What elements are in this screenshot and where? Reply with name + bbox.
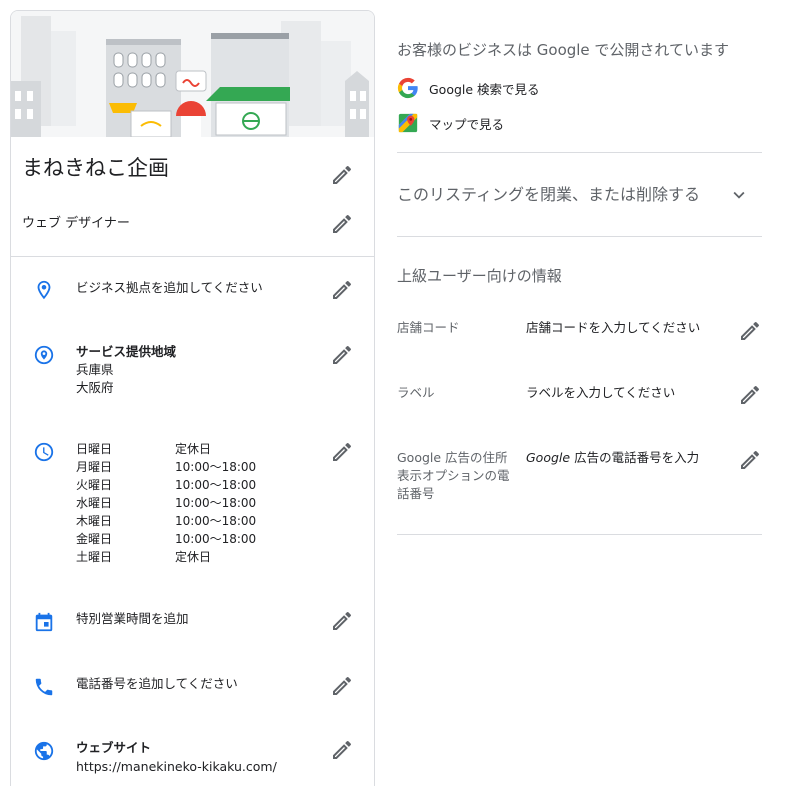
add-phone-link[interactable]: 電話番号を追加してください bbox=[76, 675, 238, 693]
hours-day: 土曜日 bbox=[76, 550, 113, 564]
chevron-down-icon[interactable] bbox=[728, 184, 750, 206]
edit-category-pencil-icon[interactable] bbox=[330, 212, 354, 236]
business-category: ウェブ デザイナー bbox=[22, 216, 130, 231]
ads-phone-brand: Google bbox=[526, 450, 571, 465]
section-divider bbox=[397, 236, 762, 237]
labels-label: ラベル bbox=[397, 385, 435, 400]
labels-input[interactable]: ラベルを入力してください bbox=[526, 384, 675, 402]
calendar-icon bbox=[33, 611, 55, 633]
hours-row: 月曜日 10:00～18:00 bbox=[76, 458, 256, 476]
location-pin-icon bbox=[33, 279, 55, 301]
ads-phone-input[interactable]: Google 広告の電話番号を入力 bbox=[526, 449, 699, 467]
hours-time: 10:00～18:00 bbox=[175, 496, 257, 510]
website-url[interactable]: https://manekineko-kikaku.com/ bbox=[76, 758, 277, 776]
section-divider bbox=[10, 256, 375, 257]
edit-phone-pencil-icon[interactable] bbox=[330, 674, 354, 698]
view-on-maps-link[interactable]: マップで見る bbox=[397, 111, 504, 135]
hours-time: 10:00～18:00 bbox=[175, 478, 257, 492]
edit-special-hours-pencil-icon[interactable] bbox=[330, 609, 354, 633]
globe-icon bbox=[33, 740, 55, 762]
ads-phone-placeholder: 広告の電話番号を入力 bbox=[570, 450, 700, 465]
service-area-label: サービス提供地域 bbox=[76, 344, 177, 359]
hours-row: 火曜日 10:00～18:00 bbox=[76, 476, 256, 494]
view-on-search-link[interactable]: Google 検索で見る bbox=[397, 76, 540, 100]
advanced-info-title: 上級ユーザー向けの情報 bbox=[397, 267, 562, 285]
edit-service-area-pencil-icon[interactable] bbox=[330, 343, 354, 367]
add-special-hours-link[interactable]: 特別営業時間を追加 bbox=[76, 610, 189, 628]
edit-name-pencil-icon[interactable] bbox=[330, 163, 354, 187]
published-title: お客様のビジネスは Google で公開されています bbox=[397, 41, 729, 59]
hours-time: 定休日 bbox=[175, 550, 212, 564]
website-label: ウェブサイト bbox=[76, 740, 152, 755]
business-name: まねきねこ企画 bbox=[22, 156, 169, 180]
google-maps-icon bbox=[397, 112, 419, 134]
hours-time: 10:00～18:00 bbox=[175, 460, 257, 474]
hours-time: 10:00～18:00 bbox=[175, 514, 257, 528]
edit-store-code-pencil-icon[interactable] bbox=[738, 319, 762, 343]
service-area-icon bbox=[33, 344, 55, 366]
service-area-item: 大阪府 bbox=[76, 380, 114, 395]
edit-website-pencil-icon[interactable] bbox=[330, 738, 354, 762]
hours-day: 月曜日 bbox=[76, 460, 113, 474]
view-on-search-label: Google 検索で見る bbox=[429, 81, 540, 97]
edit-ads-phone-pencil-icon[interactable] bbox=[738, 448, 762, 472]
add-location-link[interactable]: ビジネス拠点を追加してください bbox=[76, 279, 263, 297]
hours-day: 水曜日 bbox=[76, 496, 113, 510]
store-code-input[interactable]: 店舗コードを入力してください bbox=[526, 319, 700, 337]
hours-row: 土曜日 定休日 bbox=[76, 548, 256, 566]
hours-time: 定休日 bbox=[175, 442, 212, 456]
hours-day: 金曜日 bbox=[76, 532, 113, 546]
section-divider bbox=[397, 534, 762, 535]
ads-phone-label: Google 広告の住所表示オプションの電話番号 bbox=[397, 450, 510, 501]
close-listing-toggle[interactable]: このリスティングを閉業、または削除する bbox=[397, 181, 762, 207]
hours-day: 日曜日 bbox=[76, 442, 113, 456]
phone-icon bbox=[33, 676, 55, 698]
hours-day: 木曜日 bbox=[76, 514, 113, 528]
store-code-label: 店舗コード bbox=[397, 320, 460, 335]
service-area-item: 兵庫県 bbox=[76, 362, 114, 377]
storefront-illustration bbox=[11, 11, 374, 137]
hours-row: 日曜日 定休日 bbox=[76, 440, 256, 458]
business-profile-card bbox=[10, 10, 375, 786]
edit-labels-pencil-icon[interactable] bbox=[738, 383, 762, 407]
hours-time: 10:00～18:00 bbox=[175, 532, 257, 546]
edit-hours-pencil-icon[interactable] bbox=[330, 440, 354, 464]
hours-day: 火曜日 bbox=[76, 478, 113, 492]
business-hours-list: 日曜日 定休日 月曜日 10:00～18:00 火曜日 10:00～18:00 水曜日… bbox=[76, 440, 256, 566]
google-g-icon bbox=[397, 77, 419, 99]
section-divider bbox=[397, 152, 762, 153]
hours-row: 金曜日 10:00～18:00 bbox=[76, 530, 256, 548]
hours-row: 水曜日 10:00～18:00 bbox=[76, 494, 256, 512]
hours-row: 木曜日 10:00～18:00 bbox=[76, 512, 256, 530]
clock-icon bbox=[33, 441, 55, 463]
view-on-maps-label: マップで見る bbox=[429, 116, 505, 132]
edit-location-pencil-icon[interactable] bbox=[330, 278, 354, 302]
